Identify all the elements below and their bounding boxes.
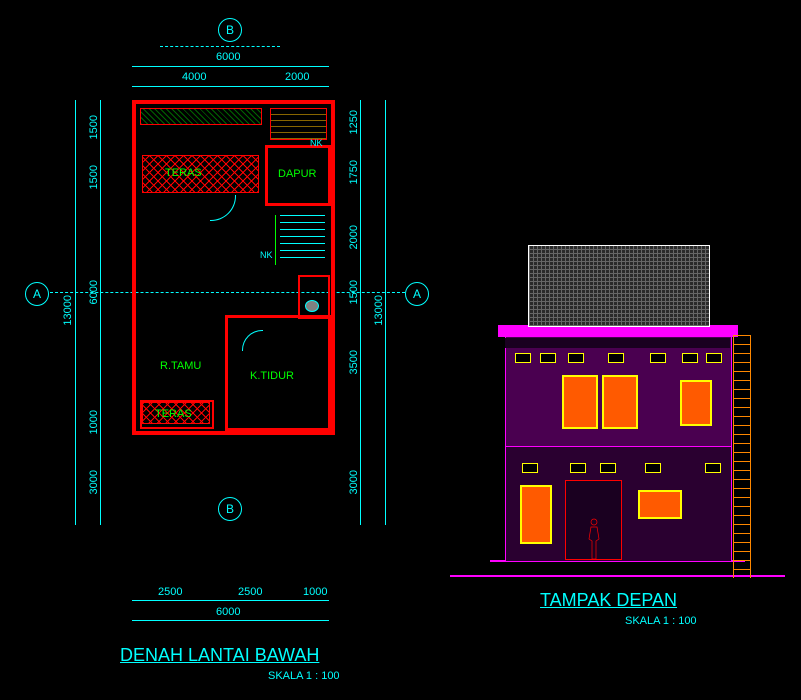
vent-l1 bbox=[522, 463, 538, 473]
dim-top-sub-line bbox=[132, 86, 329, 87]
dim-top-total: 6000 bbox=[216, 51, 240, 63]
elevation-scale: SKALA 1 : 100 bbox=[625, 615, 697, 627]
label-dapur: DAPUR bbox=[278, 168, 317, 180]
hatch-top bbox=[140, 108, 262, 125]
dim-left-s2: 1500 bbox=[88, 165, 100, 189]
vent-6 bbox=[682, 353, 698, 363]
label-nk1: NK bbox=[310, 138, 323, 148]
dim-right-s3: 2000 bbox=[348, 225, 360, 249]
vent-7 bbox=[706, 353, 722, 363]
window-upper-3 bbox=[680, 380, 712, 426]
dim-left-s5: 3000 bbox=[88, 470, 100, 494]
stair-arrow bbox=[275, 215, 276, 265]
vent-l3 bbox=[600, 463, 616, 473]
section-line-b bbox=[160, 46, 280, 47]
vent-l4 bbox=[645, 463, 661, 473]
vent-3 bbox=[568, 353, 584, 363]
label-nk2: NK bbox=[260, 250, 273, 260]
dim-right-total-line bbox=[385, 100, 386, 525]
vent-l2 bbox=[570, 463, 586, 473]
dim-bottom-sub-line bbox=[132, 600, 329, 601]
window-lower-2 bbox=[638, 490, 682, 519]
floorplan-container: B B A A 6000 4000 2000 13000 1500 1500 6… bbox=[0, 0, 430, 700]
stairs bbox=[280, 215, 325, 264]
vent-1 bbox=[515, 353, 531, 363]
person-icon bbox=[582, 515, 606, 570]
window-lower-1 bbox=[520, 485, 552, 544]
dim-right-s5: 3500 bbox=[348, 350, 360, 374]
dim-right-s1: 1250 bbox=[348, 110, 360, 134]
dim-left-total-line bbox=[75, 100, 76, 525]
vent-4 bbox=[608, 353, 624, 363]
vent-l5 bbox=[705, 463, 721, 473]
window-upper-1 bbox=[562, 375, 598, 429]
window-upper-2 bbox=[602, 375, 638, 429]
floorplan-title: DENAH LANTAI BAWAH bbox=[120, 645, 319, 666]
dim-left-total: 13000 bbox=[62, 295, 74, 326]
dim-left-s1: 1500 bbox=[88, 115, 100, 139]
elevation-container: TAMPAK DEPAN SKALA 1 : 100 bbox=[450, 220, 790, 680]
section-b-top: B bbox=[218, 18, 242, 42]
dim-bottom-total: 6000 bbox=[216, 606, 240, 618]
dim-right-s6: 3000 bbox=[348, 470, 360, 494]
label-teras1: TERAS bbox=[165, 167, 202, 179]
dim-top-right: 2000 bbox=[285, 71, 309, 83]
dim-bottom-s3: 1000 bbox=[303, 586, 327, 598]
ladder bbox=[733, 335, 751, 578]
label-teras2: TERAS bbox=[155, 408, 192, 420]
dim-bottom-total-line bbox=[132, 620, 329, 621]
dim-left-s3: 6000 bbox=[88, 280, 100, 304]
dim-top-left: 4000 bbox=[182, 71, 206, 83]
dim-top-total-line bbox=[132, 66, 329, 67]
dim-bottom-s2: 2500 bbox=[238, 586, 262, 598]
vent-5 bbox=[650, 353, 666, 363]
dim-right-sub-line bbox=[360, 100, 361, 525]
dim-right-total: 13000 bbox=[373, 295, 385, 326]
hatch-dapur-top bbox=[270, 108, 327, 140]
vent-2 bbox=[540, 353, 556, 363]
elev-cornice bbox=[505, 338, 730, 348]
section-b-bottom: B bbox=[218, 497, 242, 521]
section-a-right: A bbox=[405, 282, 429, 306]
wall-dapur-top bbox=[268, 100, 328, 104]
dim-right-s2: 1750 bbox=[348, 160, 360, 184]
elevation-title: TAMPAK DEPAN bbox=[540, 590, 677, 611]
dim-right-s4: 1500 bbox=[348, 280, 360, 304]
dim-left-s4: 1000 bbox=[88, 410, 100, 434]
label-ktidur: K.TIDUR bbox=[250, 370, 294, 382]
section-a-left: A bbox=[25, 282, 49, 306]
dim-left-sub-line bbox=[100, 100, 101, 525]
dim-bottom-s1: 2500 bbox=[158, 586, 182, 598]
elev-roof bbox=[528, 245, 710, 327]
floorplan-scale: SKALA 1 : 100 bbox=[268, 670, 340, 682]
wc-icon bbox=[305, 300, 319, 312]
bathroom-box bbox=[298, 275, 330, 319]
label-rtamu: R.TAMU bbox=[160, 360, 201, 372]
